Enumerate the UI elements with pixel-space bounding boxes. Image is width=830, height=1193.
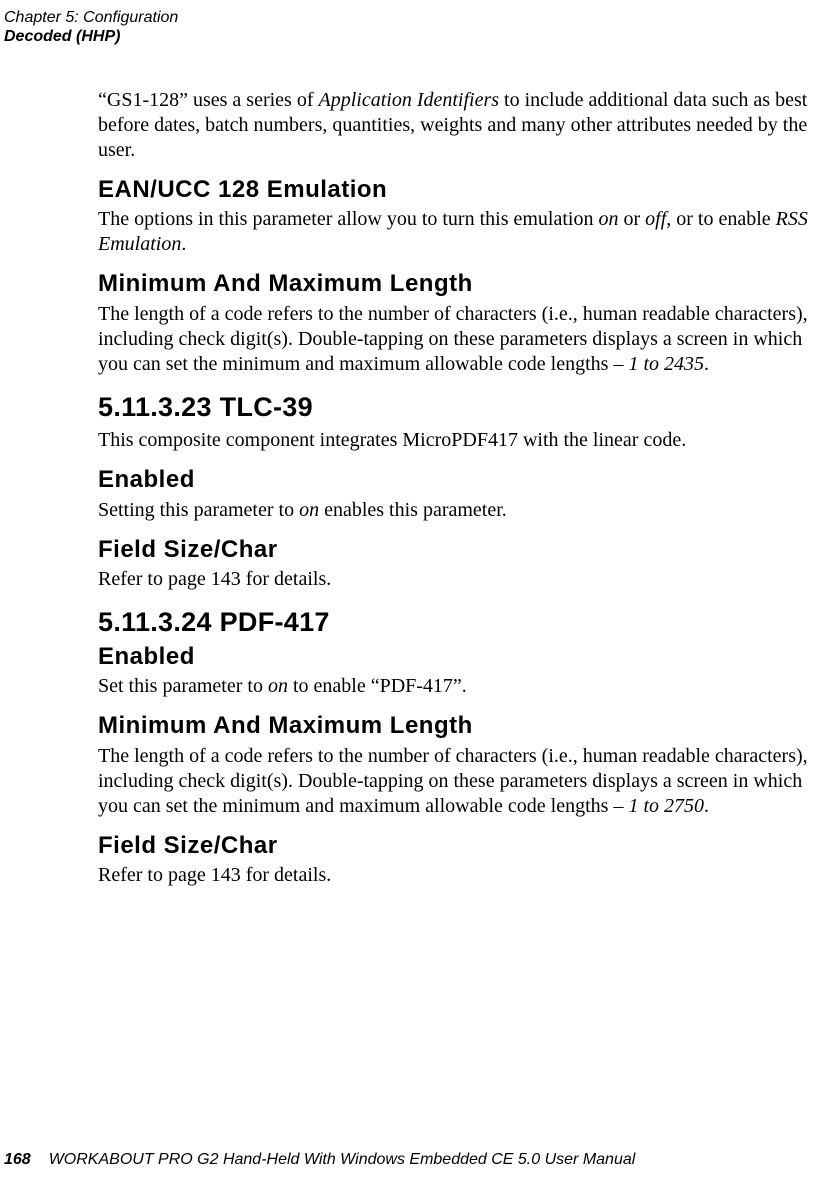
minmax1-post: . [704,353,709,375]
page-number: 168 [4,1151,31,1168]
minmax2-paragraph: The length of a code refers to the numbe… [98,744,828,819]
pdf-heading: 5.11.3.24 PDF-417 [98,608,828,638]
ean-on: on [598,208,618,230]
section-line-text: Decoded (HHP) [4,28,120,45]
ean-off: off [645,208,666,230]
manual-title: WORKABOUT PRO G2 Hand-Held With Windows … [49,1151,636,1168]
ean-paragraph: The options in this parameter allow you … [98,207,828,257]
enabled2-paragraph: Set this parameter to on to enable “PDF-… [98,674,828,699]
enabled1-pre: Setting this parameter to [98,499,299,521]
minmax2-post: . [704,795,709,817]
fieldsize1-paragraph: Refer to page 143 for details. [98,567,828,592]
gs1-pre: “GS1-128” uses a series of [98,89,319,111]
minmax1-italic: 1 to 2435 [628,353,704,375]
enabled1-italic: on [299,499,319,521]
gs1-paragraph: “GS1-128” uses a series of Application I… [98,88,828,163]
tlc-heading: 5.11.3.23 TLC-39 [98,393,828,423]
section-line: Decoded (HHP) [4,27,178,46]
enabled1-post: enables this parameter. [319,499,507,521]
enabled1-paragraph: Setting this parameter to on enables thi… [98,498,828,523]
chapter-line: Chapter 5: Configuration [4,8,178,27]
ean-mid2: , or to enable [666,208,775,230]
page-content: “GS1-128” uses a series of Application I… [98,88,828,902]
minmax2-heading: Minimum And Maximum Length [98,713,828,739]
fieldsize2-heading: Field Size/Char [98,833,828,859]
minmax1-heading: Minimum And Maximum Length [98,271,828,297]
enabled1-heading: Enabled [98,467,828,493]
fieldsize2-paragraph: Refer to page 143 for details. [98,863,828,888]
enabled2-heading: Enabled [98,644,828,670]
enabled2-post: to enable “PDF-417”. [288,675,467,697]
enabled2-pre: Set this parameter to [98,675,268,697]
minmax1-paragraph: The length of a code refers to the numbe… [98,302,828,377]
page-header: Chapter 5: Configuration Decoded (HHP) [4,8,178,46]
gs1-italic: Application Identifiers [319,89,500,111]
tlc-paragraph: This composite component integrates Micr… [98,428,828,453]
ean-post: . [181,233,186,255]
ean-pre: The options in this parameter allow you … [98,208,598,230]
page-footer: 168 WORKABOUT PRO G2 Hand-Held With Windo… [4,1151,830,1169]
enabled2-italic: on [268,675,288,697]
ean-heading: EAN/UCC 128 Emulation [98,177,828,203]
minmax2-italic: 1 to 2750 [628,795,704,817]
fieldsize1-heading: Field Size/Char [98,537,828,563]
ean-mid1: or [618,208,645,230]
